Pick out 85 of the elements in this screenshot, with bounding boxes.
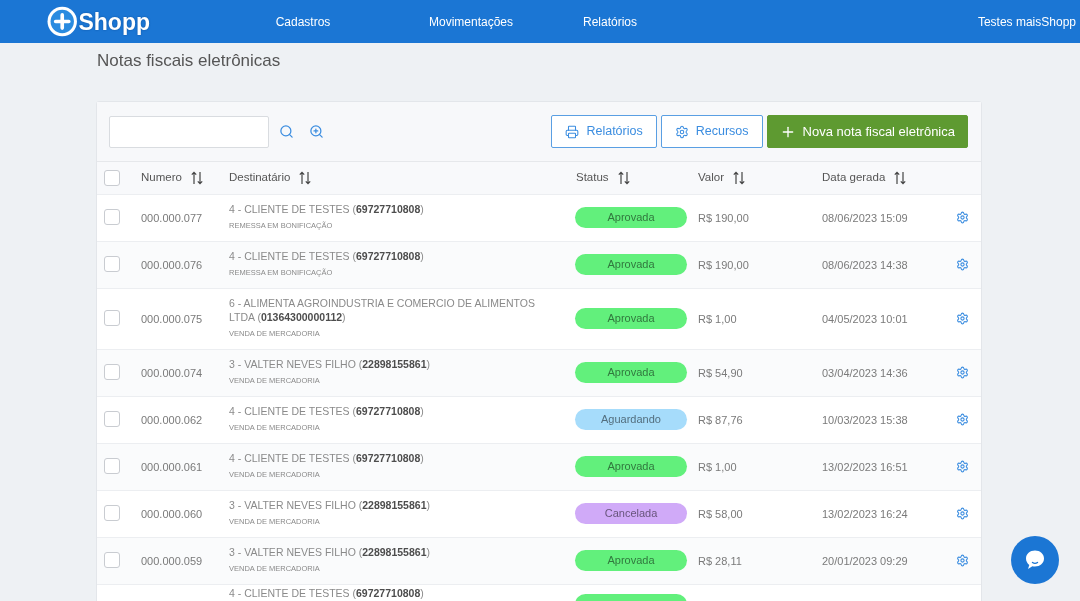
amount: R$ 190,00 [698, 259, 749, 271]
toolbar-button[interactable]: Recursos [660, 115, 763, 148]
recipient-name: 4 - CLIENTE DE TESTES (69727710808) [229, 249, 424, 263]
invoice-number: 000.000.076 [141, 259, 203, 271]
printer-icon [565, 124, 580, 139]
column-header: Destinatário [229, 170, 291, 186]
status-badge: Aprovada [575, 307, 687, 329]
settings-icon[interactable] [956, 412, 969, 426]
amount: R$ 1,00 [698, 313, 737, 325]
sort-icon[interactable] [617, 171, 630, 185]
generated-date: 04/05/2023 10:01 [822, 313, 908, 325]
generated-date: 08/06/2023 14:38 [822, 259, 908, 271]
sort-icon[interactable] [299, 171, 312, 185]
generated-date: 03/04/2023 14:36 [822, 367, 908, 379]
generated-date: 08/06/2023 15:09 [822, 212, 908, 224]
invoice-number: 000.000.074 [141, 367, 203, 379]
checkbox[interactable] [104, 505, 120, 521]
checkbox[interactable] [104, 170, 120, 186]
logo-wordmark: Shopp [78, 8, 150, 35]
invoice-number: 000.000.060 [141, 508, 203, 520]
settings-icon [674, 124, 689, 139]
status-badge: Aprovada [575, 361, 687, 383]
nav-link[interactable]: Relatórios [550, 12, 670, 31]
column-header: Status [576, 170, 609, 186]
recipient-name: 6 - ALIMENTA AGROINDUSTRIA E COMERCIO DE ALIMENTOS LTDA (01364300000112) [229, 296, 536, 324]
amount: R$ 28,11 [698, 555, 742, 567]
recipient-name: 4 - CLIENTE DE TESTES (69727710808) [229, 202, 424, 216]
status-badge: Aprovada [575, 253, 687, 275]
recipient-name: 4 - CLIENTE DE TESTES (69727710808) [229, 404, 424, 418]
settings-icon[interactable] [956, 459, 969, 473]
logo-plus-icon [47, 6, 78, 37]
checkbox[interactable] [104, 364, 120, 380]
settings-icon[interactable] [956, 506, 969, 520]
generated-date: 13/02/2023 16:51 [822, 461, 908, 473]
amount: R$ 190,00 [698, 212, 749, 224]
settings-icon[interactable] [956, 210, 969, 224]
settings-icon[interactable] [956, 257, 969, 271]
advanced-search-icon[interactable] [309, 124, 324, 139]
status-badge: Cancelada [575, 502, 687, 524]
invoice-number: 000.000.077 [141, 212, 203, 224]
checkbox[interactable] [104, 209, 120, 225]
amount: R$ 87,76 [698, 414, 743, 426]
column-header: Data gerada [822, 170, 886, 186]
sort-icon[interactable] [894, 171, 907, 185]
nav-link[interactable]: Cadastros [243, 12, 363, 31]
checkbox[interactable] [104, 256, 120, 272]
status-badge: Aprovada [575, 206, 687, 228]
nav-link[interactable]: Movimentações [411, 12, 531, 31]
amount: R$ 58,00 [698, 508, 743, 520]
recipient-name: 3 - VALTER NEVES FILHO (22898155861) [229, 498, 430, 512]
invoice-number: 000.000.075 [141, 313, 203, 325]
status-badge: Aprovada [575, 455, 687, 477]
generated-date: 10/03/2023 15:38 [822, 414, 908, 426]
generated-date: 20/01/2023 09:29 [822, 555, 908, 567]
recipient-name: 4 - CLIENTE DE TESTES (69727710808) [229, 451, 424, 465]
settings-icon[interactable] [956, 311, 969, 325]
settings-icon[interactable] [956, 365, 969, 379]
status-badge: Aguardando [575, 408, 687, 430]
generated-date: 13/02/2023 16:24 [822, 508, 908, 520]
checkbox[interactable] [104, 411, 120, 427]
invoice-number: 000.000.061 [141, 461, 203, 473]
recipient-name: 4 - CLIENTE DE TESTES (69727710808) [229, 586, 424, 600]
recipient-name: 3 - VALTER NEVES FILHO (22898155861) [229, 357, 430, 371]
search-icon[interactable] [279, 124, 294, 139]
sort-icon[interactable] [733, 171, 745, 185]
recipient-name: 3 - VALTER NEVES FILHO (22898155861) [229, 545, 430, 559]
amount: R$ 54,90 [698, 367, 743, 379]
chat-bubble-icon [1023, 548, 1047, 572]
checkbox[interactable] [104, 552, 120, 568]
toolbar-button[interactable]: Nova nota fiscal eletrônica [766, 115, 968, 148]
status-badge: Aprovada [575, 549, 687, 571]
invoice-number: 000.000.059 [141, 555, 203, 567]
user-menu[interactable]: Testes maisShopp [977, 12, 1076, 31]
chat-button[interactable] [1011, 536, 1059, 584]
search-field[interactable] [109, 115, 269, 148]
sort-icon[interactable] [190, 171, 203, 185]
column-header: Numero [141, 170, 182, 186]
toolbar-button[interactable]: Relatórios [551, 115, 657, 148]
checkbox[interactable] [104, 310, 120, 326]
amount: R$ 1,00 [698, 461, 737, 473]
invoice-number: 000.000.062 [141, 414, 203, 426]
column-header: Valor [698, 170, 724, 186]
page-title: Notas fiscais eletrônicas [97, 51, 282, 71]
settings-icon[interactable] [956, 553, 969, 567]
checkbox[interactable] [104, 458, 120, 474]
